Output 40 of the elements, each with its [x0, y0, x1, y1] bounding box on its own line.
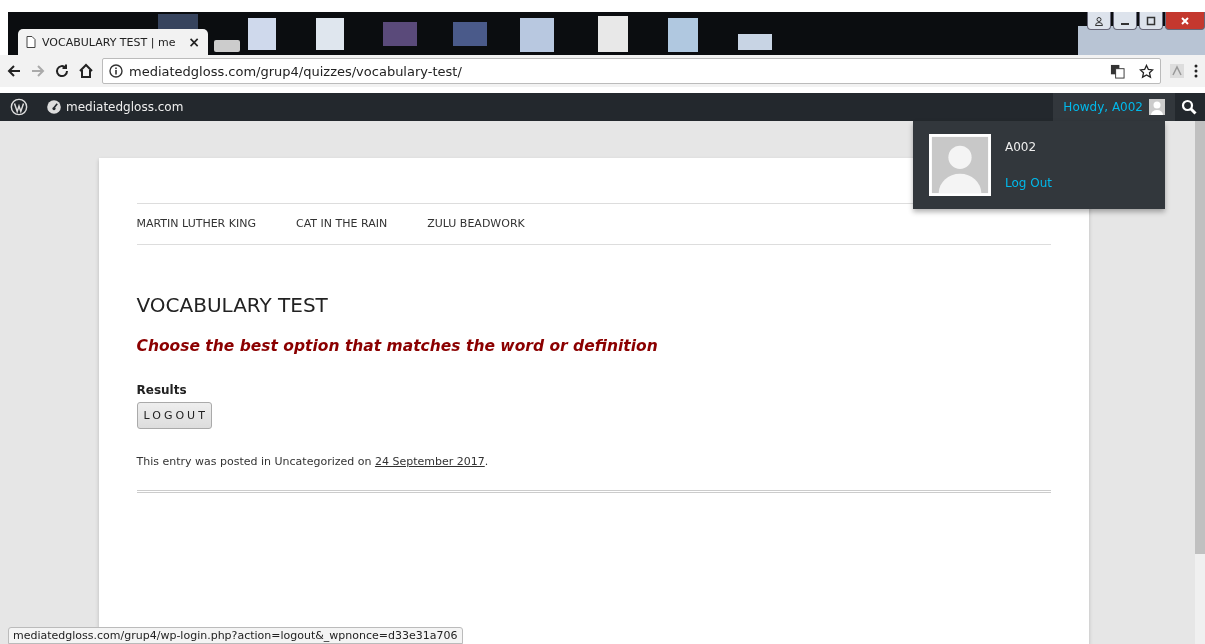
- dashboard-icon[interactable]: [46, 99, 62, 115]
- menu-link[interactable]: MARTIN LUTHER KING: [136, 217, 256, 230]
- back-icon[interactable]: [6, 63, 22, 79]
- avatar-icon: [1149, 99, 1165, 115]
- scrollbar[interactable]: [1195, 121, 1205, 644]
- wordpress-logo-icon[interactable]: [10, 98, 28, 116]
- site-link[interactable]: mediatedgloss.com: [66, 100, 184, 114]
- address-bar[interactable]: mediatedgloss.com/grup4/quizzes/vocabulary-test/: [102, 58, 1161, 84]
- post-meta: This entry was posted in Uncategorized on 24 September 2017.: [136, 455, 490, 468]
- account-menu[interactable]: Howdy, A002: [1053, 93, 1175, 121]
- post-subtitle: Choose the best option that matches the word or definition: [136, 337, 659, 355]
- logout-link[interactable]: Log Out: [1005, 176, 1052, 190]
- search-icon[interactable]: [1181, 99, 1197, 115]
- person-icon: [1094, 15, 1104, 26]
- status-url: mediatedgloss.com/grup4/wp-login.php?action=logout&_wpnonce=d33e31a706: [8, 627, 463, 644]
- menu-icon[interactable]: [1193, 63, 1199, 79]
- maximize-button[interactable]: [1139, 12, 1163, 30]
- minimize-button[interactable]: [1113, 12, 1137, 30]
- menu-link[interactable]: ZULU BEADWORK: [427, 217, 525, 230]
- browser-tab[interactable]: VOCABULARY TEST | me ×: [18, 29, 208, 55]
- close-button[interactable]: [1165, 12, 1205, 30]
- home-icon[interactable]: [78, 63, 94, 79]
- post-title: VOCABULARY TEST: [136, 293, 329, 317]
- results-label: Results: [136, 383, 188, 397]
- maximize-icon: [1146, 15, 1156, 26]
- user-button[interactable]: [1087, 12, 1111, 30]
- info-icon: [109, 64, 123, 78]
- page-icon: [26, 36, 36, 48]
- reload-icon[interactable]: [54, 63, 70, 79]
- date-link[interactable]: 24 September 2017: [374, 455, 485, 468]
- close-icon[interactable]: ×: [188, 34, 200, 50]
- menu-link[interactable]: CAT IN THE RAIN: [296, 217, 388, 230]
- username: A002: [1005, 140, 1038, 154]
- avatar-icon: [929, 134, 991, 196]
- greeting: Howdy, A002: [1063, 100, 1143, 114]
- star-icon[interactable]: [1139, 63, 1154, 79]
- translate-icon[interactable]: [1110, 63, 1125, 79]
- logout-button[interactable]: LOGOUT: [136, 402, 212, 429]
- close-icon: [1180, 15, 1190, 26]
- tab-title: VOCABULARY TEST | me: [42, 35, 177, 49]
